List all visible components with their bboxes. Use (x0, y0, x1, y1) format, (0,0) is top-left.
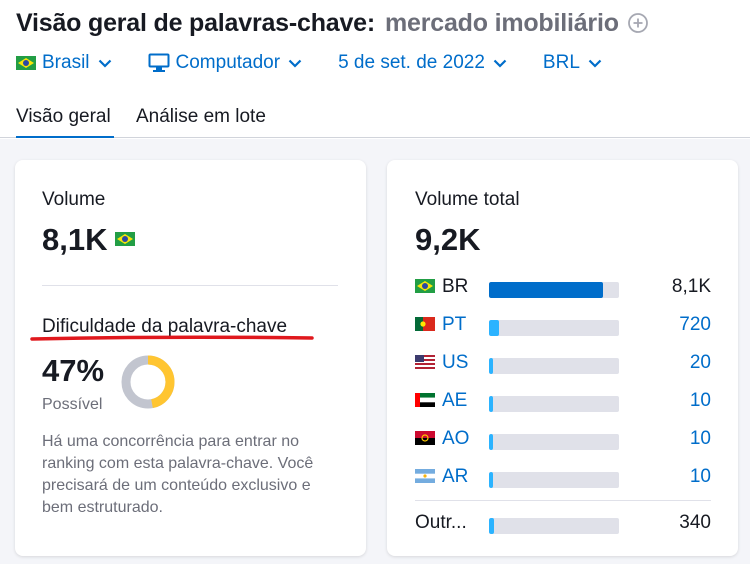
device-selector[interactable]: Computador (148, 52, 303, 74)
country-code[interactable]: AR (442, 466, 468, 488)
volume-bar-fill (489, 472, 493, 488)
country-row-ar[interactable]: AR 10 (415, 466, 711, 490)
other-volume: 340 (679, 512, 711, 533)
plus-circle-icon[interactable] (627, 12, 649, 34)
device-label: Computador (175, 52, 281, 73)
usa-flag-icon (415, 355, 435, 369)
volume-card: Volume 8,1K Dificuldade da palavra-chave… (15, 160, 366, 556)
brazil-flag-icon (415, 279, 435, 293)
currency-selector[interactable]: BRL (543, 52, 602, 74)
date-selector[interactable]: 5 de set. de 2022 (338, 52, 507, 74)
difficulty-description: Há uma concorrência para entrar no ranki… (42, 433, 314, 516)
volume-bar (489, 434, 619, 450)
volume-bar (489, 358, 619, 374)
country-code: BR (442, 276, 469, 297)
country-row-other: Outr... 340 (415, 512, 711, 536)
page-header: Visão geral de palavras-chave: mercado i… (16, 6, 750, 40)
volume-bar (489, 396, 619, 412)
country-row-pt[interactable]: PT 720 (415, 314, 711, 338)
volume-bar-fill (489, 518, 495, 534)
volume-value: 8,1K (42, 222, 108, 257)
tab-overview[interactable]: Visão geral (16, 106, 114, 138)
keyword-title: mercado imobiliário (385, 8, 619, 37)
chevron-down-icon (98, 59, 111, 68)
volume-bar-fill (489, 396, 493, 412)
portugal-flag-icon (415, 317, 435, 331)
volume-bar-fill (489, 282, 604, 298)
volume-bar-fill (489, 320, 500, 336)
chevron-down-icon (493, 59, 507, 68)
volume-bar-fill (489, 434, 493, 450)
desktop-icon (148, 53, 170, 72)
difficulty-level: Possível (42, 396, 103, 413)
volume-bar-fill (489, 358, 493, 374)
argentina-flag-icon (415, 469, 435, 483)
chevron-down-icon (288, 59, 302, 68)
country-volume[interactable]: 10 (690, 466, 711, 488)
tab-bar: Visão geral Análise em lote (0, 98, 750, 138)
filter-bar: Brasil Computador 5 de set. de 2022 BRL (16, 48, 638, 78)
volume-bar (489, 320, 619, 336)
total-volume-label: Volume total (415, 189, 520, 210)
country-volume[interactable]: 20 (690, 352, 711, 374)
highlight-underline (30, 335, 314, 341)
country-code[interactable]: AE (442, 390, 467, 412)
country-volume[interactable]: 720 (679, 314, 711, 336)
brazil-flag-icon (115, 232, 135, 246)
chevron-down-icon (588, 59, 602, 68)
country-selector[interactable]: Brasil (16, 52, 112, 74)
card-divider (42, 285, 338, 286)
country-code[interactable]: PT (442, 314, 466, 336)
country-row-ae[interactable]: AE 10 (415, 390, 711, 414)
total-volume-value: 9,2K (415, 222, 481, 257)
tab-bulk-analysis[interactable]: Análise em lote (136, 106, 266, 138)
angola-flag-icon (415, 431, 435, 445)
volume-bar (489, 282, 619, 298)
volume-label: Volume (42, 189, 106, 210)
volume-bar (489, 518, 619, 534)
country-label: Brasil (42, 52, 90, 73)
other-label: Outr... (415, 512, 467, 533)
card-divider (415, 500, 711, 501)
difficulty-donut (121, 355, 175, 409)
country-code[interactable]: US (442, 352, 468, 374)
brazil-flag-icon (16, 56, 36, 70)
country-volume: 8,1K (671, 276, 711, 297)
country-volume[interactable]: 10 (690, 390, 711, 412)
difficulty-percent: 47% (42, 353, 105, 388)
country-row-ao[interactable]: AO 10 (415, 428, 711, 452)
date-label: 5 de set. de 2022 (338, 52, 485, 73)
uae-flag-icon (415, 393, 435, 407)
country-code[interactable]: AO (442, 428, 469, 450)
volume-bar (489, 472, 619, 488)
country-row-br: BR 8,1K (415, 276, 711, 300)
currency-label: BRL (542, 52, 580, 73)
country-row-us[interactable]: US 20 (415, 352, 711, 376)
total-volume-card: Volume total 9,2K BR 8,1K PT 720 US 20 A… (387, 160, 738, 556)
page-title: Visão geral de palavras-chave: (16, 8, 376, 37)
country-volume[interactable]: 10 (690, 428, 711, 450)
